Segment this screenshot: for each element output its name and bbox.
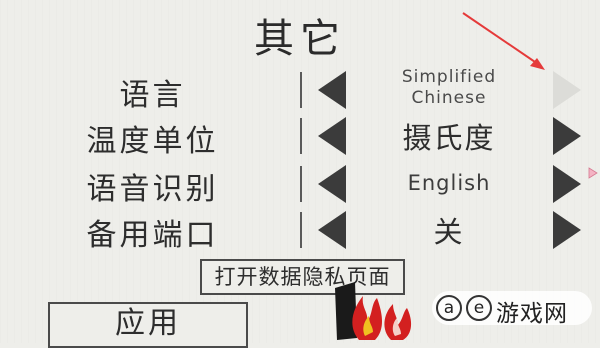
cursor-icon bbox=[588, 167, 598, 179]
apply-button[interactable]: 应用 bbox=[48, 302, 248, 348]
watermark-circle-a: a bbox=[436, 295, 462, 321]
setting-row-language: 语言 Simplified Chinese bbox=[0, 67, 600, 114]
setting-value-temperature-unit: 摄氏度 bbox=[402, 121, 496, 155]
row-divider bbox=[300, 166, 302, 202]
setting-label-temperature-unit: 温度单位 bbox=[86, 124, 219, 159]
setting-label-speech-recognition: 语音识别 bbox=[86, 172, 219, 207]
temperature-next-arrow-icon[interactable] bbox=[553, 117, 581, 155]
setting-value-language: Simplified Chinese bbox=[360, 67, 538, 109]
setting-row-temperature-unit: 温度单位 摄氏度 bbox=[0, 114, 600, 160]
language-next-arrow-icon[interactable] bbox=[553, 71, 581, 109]
temperature-prev-arrow-icon[interactable] bbox=[318, 117, 346, 155]
speech-prev-arrow-icon[interactable] bbox=[318, 165, 346, 203]
setting-value-speech-recognition: English bbox=[407, 171, 491, 195]
page-title: 其它 bbox=[254, 16, 346, 62]
watermark-badge: a e 游戏网 bbox=[432, 291, 592, 327]
setting-label-language: 语言 bbox=[119, 78, 186, 113]
watermark-logo-icon bbox=[335, 282, 412, 340]
setting-value-language-line1: Simplified bbox=[401, 67, 497, 87]
row-divider bbox=[300, 118, 302, 154]
row-divider bbox=[300, 212, 302, 248]
language-prev-arrow-icon[interactable] bbox=[318, 71, 346, 109]
speech-next-arrow-icon[interactable] bbox=[553, 165, 581, 203]
setting-value-language-line2: Chinese bbox=[411, 88, 487, 108]
setting-value-backup-port: 关 bbox=[433, 215, 465, 249]
backup-port-next-arrow-icon[interactable] bbox=[553, 211, 581, 249]
setting-label-backup-port: 备用端口 bbox=[86, 218, 219, 253]
watermark-circle-e: e bbox=[466, 295, 492, 321]
setting-row-speech-recognition: 语音识别 English bbox=[0, 162, 600, 208]
watermark-text: 游戏网 bbox=[496, 301, 568, 327]
row-divider bbox=[300, 72, 302, 108]
backup-port-prev-arrow-icon[interactable] bbox=[318, 211, 346, 249]
setting-row-backup-port: 备用端口 关 bbox=[0, 208, 600, 254]
